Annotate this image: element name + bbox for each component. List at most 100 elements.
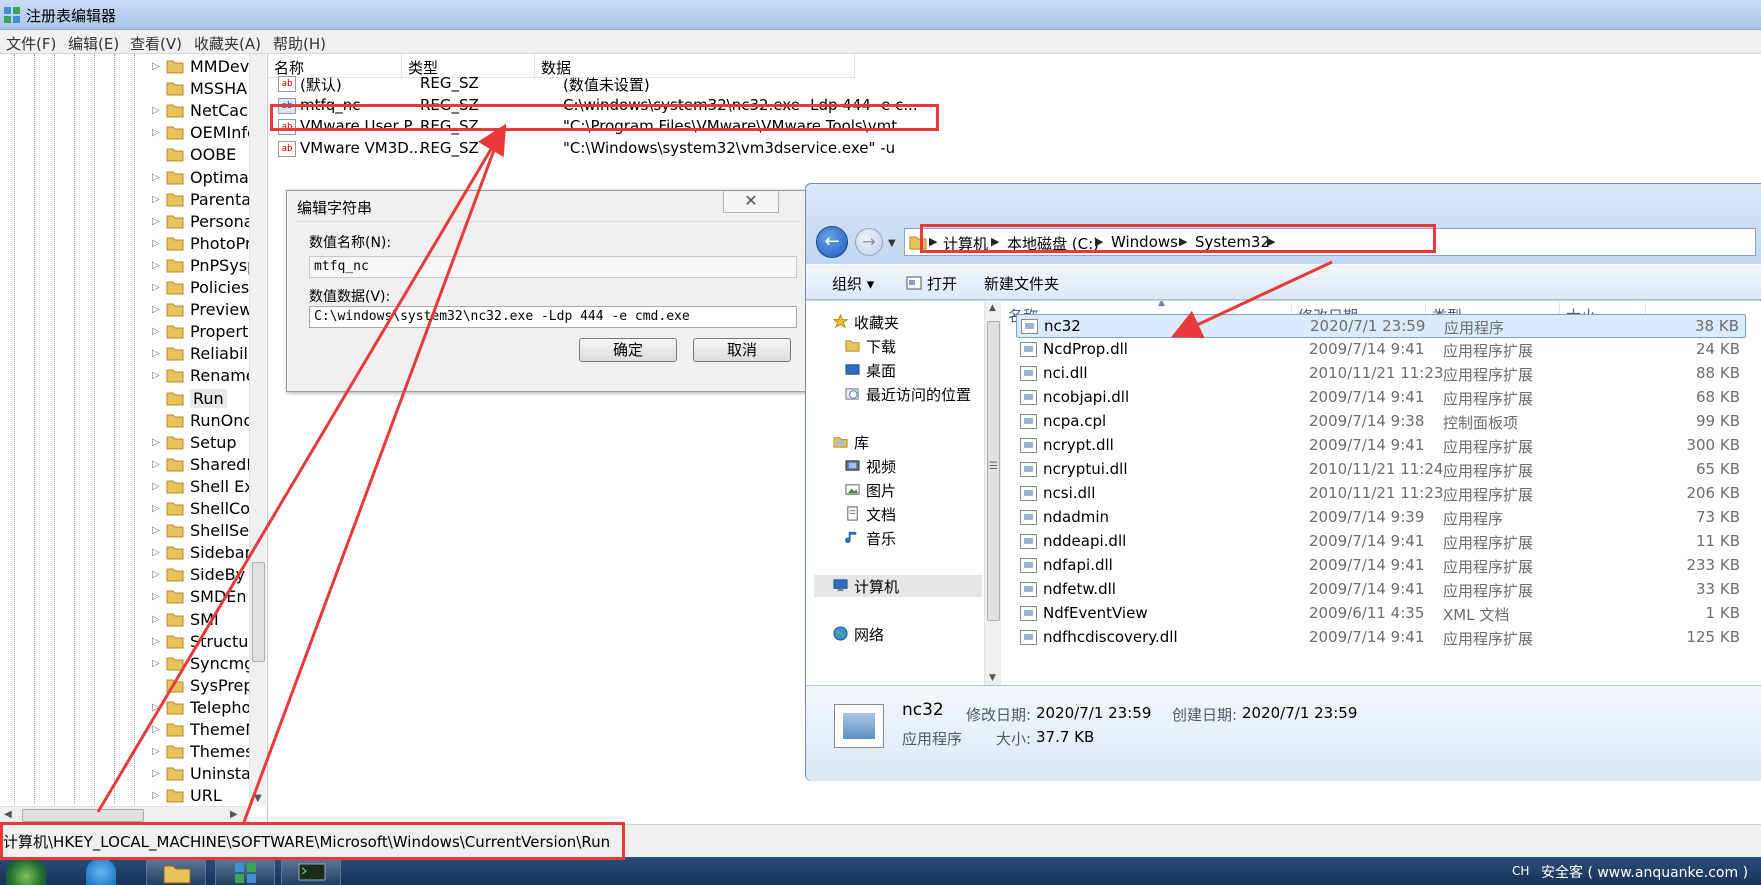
- expand-arrow-icon[interactable]: ▷: [152, 370, 160, 381]
- expand-arrow-icon[interactable]: ▷: [152, 503, 160, 514]
- expand-arrow-icon[interactable]: ▷: [152, 437, 160, 448]
- file-row[interactable]: NcdProp.dll 2009/7/14 9:41 应用程序扩展 24 KB: [1016, 338, 1746, 362]
- file-row[interactable]: ndadmin 2009/7/14 9:39 应用程序 73 KB: [1016, 506, 1746, 530]
- input-language-indicator[interactable]: CH: [1512, 864, 1529, 878]
- file-list[interactable]: ▲ 名称 修改日期 类型 大小 nc322020/7/1 23:59应用程序38…: [1002, 301, 1761, 685]
- tree-item-label: PnPSysp: [190, 255, 258, 275]
- folder-icon: [166, 126, 184, 140]
- tree-vertical-scrollbar[interactable]: ▼: [249, 54, 266, 806]
- nav-libraries[interactable]: 库: [832, 431, 982, 453]
- value-name-label: 数值名称(N):: [309, 235, 392, 251]
- scroll-down-arrow-icon[interactable]: ▼: [989, 673, 996, 683]
- file-row[interactable]: NdfEventView 2009/6/11 4:35 XML 文档 1 KB: [1016, 602, 1746, 626]
- nav-recent-places[interactable]: 最近访问的位置: [844, 383, 982, 405]
- file-row[interactable]: ncpa.cpl 2009/7/14 9:38 控制面板项 99 KB: [1016, 410, 1746, 434]
- nav-pictures[interactable]: 图片: [844, 479, 982, 501]
- registry-editor-icon: [235, 863, 256, 883]
- expand-arrow-icon[interactable]: ▷: [152, 172, 160, 183]
- registry-value-row[interactable]: ab (默认) REG_SZ (数值未设置): [278, 72, 1278, 96]
- taskbar-regedit-button[interactable]: [215, 857, 275, 885]
- expand-arrow-icon[interactable]: ▷: [152, 636, 160, 647]
- taskbar-explorer-button[interactable]: [146, 857, 206, 885]
- nav-network[interactable]: 网络: [832, 623, 982, 645]
- scroll-down-arrow-icon[interactable]: ▼: [254, 793, 262, 804]
- file-name: NdfEventView: [1043, 604, 1148, 622]
- forward-arrow-icon[interactable]: →: [855, 228, 883, 256]
- expand-arrow-icon[interactable]: ▷: [152, 304, 160, 315]
- cancel-button[interactable]: 取消: [693, 338, 791, 362]
- file-row[interactable]: nc32 2020/7/1 23:59 应用程序 38 KB: [1016, 314, 1746, 338]
- expand-arrow-icon[interactable]: ▷: [152, 591, 160, 602]
- expand-arrow-icon[interactable]: ▷: [152, 547, 160, 558]
- expand-arrow-icon[interactable]: ▷: [152, 614, 160, 625]
- organize-button[interactable]: 组织 ▾: [832, 273, 874, 294]
- file-row[interactable]: ncrypt.dll 2009/7/14 9:41 应用程序扩展 300 KB: [1016, 434, 1746, 458]
- scroll-right-arrow-icon[interactable]: ▶: [230, 809, 238, 820]
- expand-arrow-icon[interactable]: ▷: [152, 127, 160, 138]
- ok-button[interactable]: 确定: [579, 338, 677, 362]
- start-orb-icon[interactable]: [6, 857, 46, 885]
- menu-file[interactable]: 文件(F): [6, 33, 56, 54]
- expand-arrow-icon[interactable]: ▷: [152, 724, 160, 735]
- file-row[interactable]: ncryptui.dll 2010/11/21 11:24 应用程序扩展 65 KB: [1016, 458, 1746, 482]
- file-icon: [1020, 462, 1037, 477]
- tree-item-label: SMI: [190, 609, 219, 629]
- menu-help[interactable]: 帮助(H): [273, 33, 326, 54]
- expand-arrow-icon[interactable]: ▷: [152, 61, 160, 72]
- value-data-input[interactable]: C:\windows\system32\nc32.exe -Ldp 444 -e…: [309, 306, 797, 328]
- internet-explorer-icon[interactable]: [86, 859, 116, 885]
- nav-desktop[interactable]: 桌面: [844, 359, 982, 381]
- registry-tree[interactable]: ▷ MMDev MSSHA ▷ NetCacl ▷ OEMInfo OOBE ▷ Optimal ▷…: [0, 54, 268, 824]
- expand-arrow-icon[interactable]: ▷: [152, 525, 160, 536]
- menu-edit[interactable]: 编辑(E): [68, 33, 119, 54]
- registry-value-row[interactable]: ab VMware VM3D... REG_SZ "C:\Windows\system…: [278, 137, 1278, 161]
- expand-arrow-icon[interactable]: ▷: [152, 194, 160, 205]
- file-row[interactable]: ncsi.dll 2010/11/21 11:23 应用程序扩展 206 KB: [1016, 482, 1746, 506]
- navigation-pane[interactable]: 收藏夹 下载 桌面 最近访问的位置 库 视频 图片 文档 音乐 计算机 网络: [806, 301, 984, 685]
- expand-arrow-icon[interactable]: ▷: [152, 746, 160, 757]
- file-row[interactable]: nci.dll 2010/11/21 11:23 应用程序扩展 88 KB: [1016, 362, 1746, 386]
- menu-view[interactable]: 查看(V): [130, 33, 182, 54]
- expand-arrow-icon[interactable]: ▷: [152, 348, 160, 359]
- history-dropdown-icon[interactable]: ▼: [888, 238, 896, 249]
- file-row[interactable]: ndfapi.dll 2009/7/14 9:41 应用程序扩展 233 KB: [1016, 554, 1746, 578]
- expand-arrow-icon[interactable]: ▷: [152, 768, 160, 779]
- nav-videos[interactable]: 视频: [844, 455, 982, 477]
- dialog-close-button[interactable]: ✕: [723, 191, 779, 213]
- nav-favorites[interactable]: 收藏夹: [832, 311, 982, 333]
- file-row[interactable]: ndfetw.dll 2009/7/14 9:41 应用程序扩展 33 KB: [1016, 578, 1746, 602]
- nav-music[interactable]: 音乐: [844, 527, 982, 549]
- menu-favorites[interactable]: 收藏夹(A): [194, 33, 261, 54]
- expand-arrow-icon[interactable]: ▷: [152, 282, 160, 293]
- expand-arrow-icon[interactable]: ▷: [152, 326, 160, 337]
- new-folder-button[interactable]: 新建文件夹: [984, 273, 1059, 294]
- expand-arrow-icon[interactable]: ▷: [152, 459, 160, 470]
- scroll-thumb[interactable]: [22, 809, 144, 822]
- open-button[interactable]: 打开: [927, 273, 957, 294]
- taskbar-terminal-button[interactable]: [281, 857, 341, 885]
- nav-computer[interactable]: 计算机: [814, 575, 982, 597]
- expand-arrow-icon[interactable]: ▷: [152, 216, 160, 227]
- nav-downloads[interactable]: 下载: [844, 335, 982, 357]
- expand-arrow-icon[interactable]: ▷: [152, 658, 160, 669]
- expand-arrow-icon[interactable]: ▷: [152, 238, 160, 249]
- file-row[interactable]: nddeapi.dll 2009/7/14 9:41 应用程序扩展 11 KB: [1016, 530, 1746, 554]
- file-name: ncobjapi.dll: [1043, 388, 1130, 406]
- nav-pane-scrollbar[interactable]: ▲ ☰ ▼: [984, 301, 1001, 685]
- scroll-thumb[interactable]: [252, 562, 265, 662]
- expand-arrow-icon[interactable]: ▷: [152, 569, 160, 580]
- details-file-name: nc32: [902, 700, 944, 720]
- expand-arrow-icon[interactable]: ▷: [152, 702, 160, 713]
- libraries-icon: [833, 437, 848, 448]
- expand-arrow-icon[interactable]: ▷: [152, 790, 160, 801]
- nav-documents[interactable]: 文档: [844, 503, 982, 525]
- expand-arrow-icon[interactable]: ▷: [152, 105, 160, 116]
- folder-icon: [166, 458, 184, 472]
- scroll-left-arrow-icon[interactable]: ◀: [4, 809, 12, 820]
- back-arrow-icon[interactable]: ←: [816, 226, 848, 258]
- expand-arrow-icon[interactable]: ▷: [152, 481, 160, 492]
- file-row[interactable]: ndfhcdiscovery.dll 2009/7/14 9:41 应用程序扩展 12…: [1016, 626, 1746, 650]
- expand-arrow-icon[interactable]: ▷: [152, 260, 160, 271]
- scroll-up-arrow-icon[interactable]: ▲: [989, 303, 996, 313]
- file-row[interactable]: ncobjapi.dll 2009/7/14 9:41 应用程序扩展 68 KB: [1016, 386, 1746, 410]
